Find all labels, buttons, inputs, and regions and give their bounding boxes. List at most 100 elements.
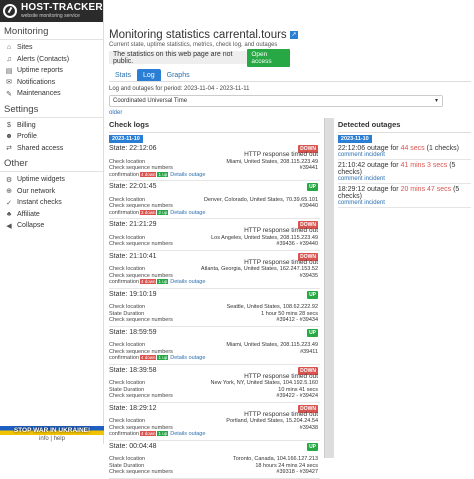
incident-link[interactable]: incident: [364, 152, 385, 158]
sidebar-item-label: Collapse: [17, 222, 45, 230]
log-row: confirmation 3 down 2 up Details outage: [109, 209, 320, 217]
bell-icon: ♫: [6, 55, 12, 63]
ukraine-banner[interactable]: STOP WAR IN UKRAINE!: [0, 426, 104, 435]
external-link-icon[interactable]: ↗: [289, 30, 298, 39]
seq-numbers-label: Check sequence numbers: [109, 348, 173, 355]
comment-link[interactable]: comment: [338, 176, 363, 182]
outages-title: Detected outages: [337, 118, 471, 133]
details-outage-link[interactable]: Details outage: [170, 279, 205, 285]
details-outage-link[interactable]: Details outage: [170, 172, 205, 178]
sidebar-item-collapse[interactable]: ◀ Collapse: [0, 220, 103, 232]
confirmation-label: confirmation: [109, 355, 139, 361]
sidebar-item-alerts[interactable]: ♫ Alerts (Contacts): [0, 54, 103, 66]
seq-numbers-label: Check sequence numbers: [109, 393, 173, 399]
older-link[interactable]: older: [109, 110, 471, 116]
log-entry: State: 19:10:19 UP Check location Seattle, …: [109, 289, 321, 327]
tab-graphs[interactable]: Graphs: [161, 69, 196, 81]
sidebar-item-uptime-reports[interactable]: ▤ Uptime reports: [0, 65, 103, 77]
state-duration-label: State Duration: [109, 386, 145, 393]
sidebar-item-our-network[interactable]: ⊕ Our network: [0, 186, 103, 198]
details-outage-link[interactable]: Details outage: [170, 355, 205, 361]
comment-link[interactable]: comment: [338, 152, 363, 158]
sidebar-item-affiliate[interactable]: ♣ Affiliate: [0, 209, 103, 221]
outage-time: 21:10:42 outage for: [337, 162, 401, 169]
log-entry: State: 21:21:29 DOWN HTTP response timed o…: [109, 219, 321, 251]
seq-numbers-label: Check sequence numbers: [109, 424, 173, 431]
confirm-down-badge: 4 down: [139, 431, 157, 436]
outage-text: 21:10:42 outage for 41 mins 3 secs (5 ch…: [338, 162, 471, 176]
log-row: Check sequence numbers #39422 - #39424: [109, 393, 320, 400]
affiliate-icon: ♣: [6, 210, 12, 218]
notice-text: The statistics on this web page are not …: [113, 50, 233, 65]
incident-link[interactable]: incident: [364, 200, 385, 206]
timezone-select[interactable]: Coordinated Universal Time ▾: [109, 95, 443, 107]
seq-numbers-label: Check sequence numbers: [109, 165, 173, 171]
outage-links: comment incident: [338, 176, 471, 182]
log-entry: State: 22:12:06 DOWN HTTP response timed o…: [109, 143, 321, 181]
sidebar-item-notifications[interactable]: ✉ Notifications: [0, 77, 103, 89]
share-icon: ⇄: [6, 145, 12, 153]
outage-duration[interactable]: 41 mins 3 secs: [401, 162, 448, 169]
check-location-label: Check location: [109, 342, 146, 348]
sidebar-item-label: Sites: [17, 44, 33, 52]
sidebar-item-maintenances[interactable]: ✎ Maintenances: [0, 88, 103, 100]
widget-icon: ⚙: [5, 176, 13, 184]
sidebar-item-profile[interactable]: ☻ Profile: [0, 131, 103, 143]
comment-link[interactable]: comment: [338, 200, 363, 206]
sidebar-item-sites[interactable]: ⌂ Sites: [0, 42, 103, 54]
confirm-up-badge: 1 up: [157, 355, 169, 360]
details-outage-link[interactable]: Details outage: [170, 210, 205, 216]
state-duration-label: State Duration: [109, 310, 145, 317]
period-label: Log and outages for period: 2023-11-04 -…: [109, 86, 250, 92]
outage-checks: (1 checks): [424, 145, 459, 152]
section-monitoring: Monitoring: [0, 22, 103, 40]
log-row: confirmation 4 down 1 up Details outage: [109, 279, 320, 286]
outage-list: 22:12:06 outage for 44 secs (1 checks) co…: [337, 143, 471, 208]
sidebar-footer[interactable]: info | help: [0, 435, 104, 444]
confirmation-label: confirmation: [109, 171, 139, 178]
seq-numbers: #39318 - #39427: [276, 469, 319, 475]
outage-links: comment incident: [338, 200, 471, 206]
confirm-up-badge: 1 up: [157, 431, 169, 436]
confirmation-label: confirmation: [109, 431, 139, 437]
outage-time: 22:12:06 outage for: [337, 145, 401, 152]
outage-item: 18:29:12 outage for 20 mins 47 secs (5 c…: [337, 184, 471, 208]
logo-title: HOST-TRACKER: [21, 2, 103, 13]
log-date-badge: 2023-11-10: [109, 135, 143, 143]
seq-numbers: #39422 - #39424: [276, 393, 319, 399]
main-content: Monitoring statistics carrental.tours ↗ …: [109, 0, 471, 479]
outage-duration[interactable]: 44 secs: [401, 145, 425, 152]
user-icon: ☻: [5, 133, 13, 141]
open-access-button[interactable]: Open access: [247, 48, 290, 67]
confirmation-label: confirmation: [109, 279, 139, 285]
incident-link[interactable]: incident: [364, 176, 385, 182]
chart-icon: ▤: [5, 67, 13, 75]
sidebar-item-uptime-widgets[interactable]: ⚙ Uptime widgets: [0, 174, 103, 186]
check-location-label: Check location: [109, 234, 146, 241]
sidebar-item-billing[interactable]: $ Billing: [0, 120, 103, 132]
logo[interactable]: HOST-TRACKER website monitoring service: [0, 0, 103, 22]
outage-text: 22:12:06 outage for 44 secs (1 checks): [338, 145, 471, 152]
sidebar: HOST-TRACKER website monitoring service …: [0, 0, 104, 444]
network-icon: ⊕: [6, 188, 12, 196]
sidebar-item-shared-access[interactable]: ⇄ Shared access: [0, 143, 103, 155]
panel-splitter[interactable]: [324, 118, 334, 458]
sidebar-item-instant-checks[interactable]: ✓ Instant checks: [0, 197, 103, 209]
sidebar-item-label: Our network: [17, 187, 56, 195]
page-subtitle: Current state, uptime statistics, metric…: [109, 42, 278, 48]
tab-log[interactable]: Log: [136, 69, 161, 81]
tab-stats[interactable]: Stats: [109, 69, 137, 81]
tab-bar: Stats Log Graphs: [109, 69, 471, 82]
outage-duration[interactable]: 20 mins 47 secs: [401, 186, 452, 193]
check-location-label: Check location: [109, 266, 146, 272]
confirm-down-badge: 4 down: [139, 279, 157, 284]
chevron-down-icon: ▾: [434, 98, 438, 104]
sidebar-item-label: Alerts (Contacts): [17, 55, 70, 63]
seq-numbers-label: Check sequence numbers: [109, 272, 173, 279]
check-location-label: Check location: [109, 456, 146, 462]
dollar-icon: $: [7, 121, 11, 129]
details-outage-link[interactable]: Details outage: [170, 431, 205, 437]
sidebar-item-label: Maintenances: [17, 90, 61, 98]
log-entry: State: 22:01:45 UP Check location Denver, C…: [109, 181, 321, 219]
sidebar-item-label: Billing: [17, 121, 36, 129]
